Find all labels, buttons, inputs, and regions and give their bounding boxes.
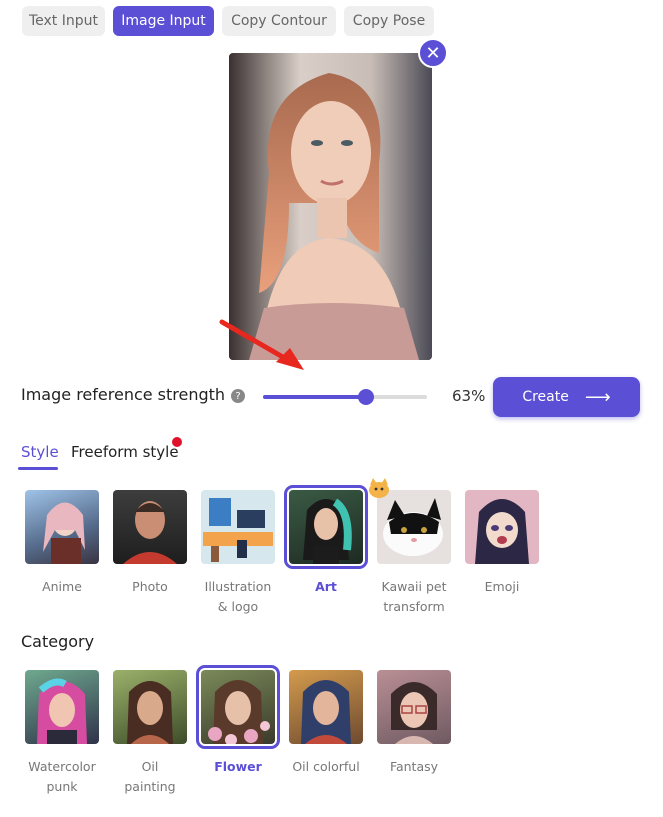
cat-badge-icon (369, 478, 389, 498)
style-thumb-art[interactable] (284, 485, 368, 569)
category-title: Category (21, 632, 95, 651)
category-thumb-oil-colorful[interactable] (289, 670, 363, 744)
tab-freeform-style[interactable]: Freeform style (71, 443, 179, 461)
style-label-emoji: Emoji (484, 579, 520, 594)
remove-image-button[interactable]: ✕ (418, 38, 448, 68)
uploaded-reference-image (229, 53, 432, 360)
style-thumb-anime[interactable] (25, 490, 99, 564)
create-label: Create (522, 389, 569, 405)
category-label-fantasy: Fantasy (389, 759, 439, 774)
category-thumb-fantasy[interactable] (377, 670, 451, 744)
style-label-art: Art (315, 579, 337, 594)
category-thumb-flower[interactable] (196, 665, 280, 749)
strength-label: Image reference strength (21, 385, 226, 404)
close-icon: ✕ (425, 42, 441, 64)
strength-slider-handle[interactable] (358, 389, 375, 405)
tab-copy-contour[interactable]: Copy Contour (222, 6, 336, 36)
style-thumb-illustration-logo[interactable] (201, 490, 275, 564)
create-button[interactable]: Create ⟶ (493, 377, 640, 417)
tab-text-input[interactable]: Text Input (22, 6, 105, 36)
notification-dot (172, 437, 182, 447)
strength-slider[interactable] (263, 389, 427, 405)
style-label-photo: Photo (132, 579, 168, 594)
style-label-illustration-logo: Illustration & logo (204, 579, 272, 614)
help-icon[interactable]: ? (231, 389, 245, 403)
tab-style[interactable]: Style (21, 443, 59, 461)
category-label-oil-colorful: Oil colorful (292, 759, 360, 774)
style-thumb-photo[interactable] (113, 490, 187, 564)
strength-value: 63% (452, 387, 486, 405)
strength-slider-fill (263, 395, 367, 399)
style-thumb-kawaii-pet[interactable] (377, 490, 451, 564)
category-label-flower: Flower (214, 759, 262, 774)
category-label-oil-painting: Oil painting (124, 759, 176, 794)
tab-copy-pose[interactable]: Copy Pose (344, 6, 434, 36)
category-label-watercolor-punk: Watercolor punk (28, 759, 96, 794)
style-thumb-emoji[interactable] (465, 490, 539, 564)
category-thumb-oil-painting[interactable] (113, 670, 187, 744)
annotation-arrow (219, 319, 304, 370)
tab-image-input[interactable]: Image Input (113, 6, 214, 36)
category-thumb-watercolor-punk[interactable] (25, 670, 99, 744)
arrow-right-icon: ⟶ (584, 386, 611, 408)
style-label-kawaii-pet: Kawaii pet transform (381, 579, 447, 614)
style-label-anime: Anime (42, 579, 82, 594)
tab-style-underline (18, 467, 58, 470)
